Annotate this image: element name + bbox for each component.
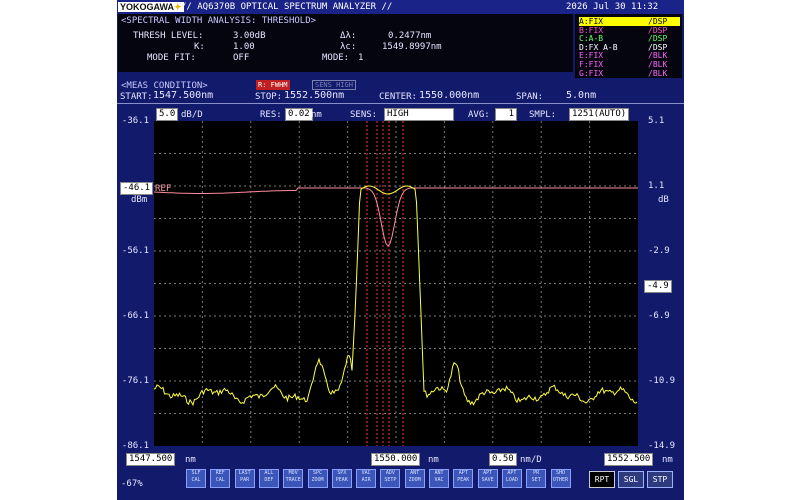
toolbar-button[interactable]: ANT VAC (429, 469, 449, 488)
toolbar-button[interactable]: APT LOAD (501, 469, 522, 488)
y-tick-right: -10.9 (648, 376, 676, 386)
toolbar-button[interactable]: MOV TRACE (283, 469, 304, 488)
toolbar-button[interactable]: ANT ZOOM (404, 469, 425, 488)
x-center-unit: nm (428, 455, 439, 465)
toolbar-button[interactable]: SPX PEAK (331, 469, 352, 488)
single-button[interactable]: SGL (618, 471, 644, 488)
toolbar-button[interactable]: PR SET (526, 469, 547, 488)
y-tick-right: -2.9 (648, 246, 670, 256)
ref-label: REF (155, 184, 172, 194)
x-span-field[interactable]: 0.50 (489, 453, 517, 466)
toolbar-button[interactable]: ADV SETP (380, 469, 401, 488)
y-tick-right: -6.9 (648, 311, 670, 321)
y-tick-left: -86.1 (121, 441, 149, 451)
stop-button[interactable]: STP (647, 471, 673, 488)
toolbar-button[interactable]: ALL DEF (258, 469, 279, 488)
x-stop-field[interactable]: 1552.500 (604, 453, 654, 466)
y-tick-left: -56.1 (121, 246, 149, 256)
y-unit-left: dBm (131, 195, 148, 205)
y-tick-left: -36.1 (121, 116, 149, 126)
toolbar-button[interactable]: LAST PAR (234, 469, 255, 488)
toolbar-button[interactable]: VAC AIR (356, 469, 377, 488)
zoom-level: -67% (121, 479, 143, 489)
toolbar-button[interactable]: APT PEAK (453, 469, 474, 488)
x-start-field[interactable]: 1547.500 (126, 453, 176, 466)
x-start-unit: nm (185, 455, 196, 465)
y-tick-right: 1.1 (648, 181, 665, 191)
y-tick-right: -14.9 (648, 441, 676, 451)
x-stop-unit: nm (662, 455, 673, 465)
y-tick-right: 5.1 (648, 116, 665, 126)
toolbar-button[interactable]: SLF CAL (186, 469, 206, 488)
y-tick-left: -76.1 (121, 376, 149, 386)
osa-screen: YOKOGAWA✦ // AQ6370B OPTICAL SPECTRUM AN… (117, 0, 684, 500)
right-marker-box[interactable]: -4.9 (644, 280, 672, 293)
toolbar-button[interactable]: SHO OTHER (550, 469, 571, 488)
x-center-field[interactable]: 1550.000 (371, 453, 421, 466)
spectrum-plot[interactable] (117, 0, 684, 500)
y-tick-left: -66.1 (121, 311, 149, 321)
toolbar-button[interactable]: APT SAVE (477, 469, 498, 488)
x-span-unit: nm/D (520, 455, 542, 465)
toolbar-button[interactable]: REF CAL (210, 469, 231, 488)
repeat-button[interactable]: RPT (589, 471, 615, 488)
y-unit-right: dB (658, 195, 669, 205)
toolbar-button[interactable]: SPC ZOOM (307, 469, 328, 488)
ref-level-box[interactable]: -46.1 (120, 182, 154, 195)
